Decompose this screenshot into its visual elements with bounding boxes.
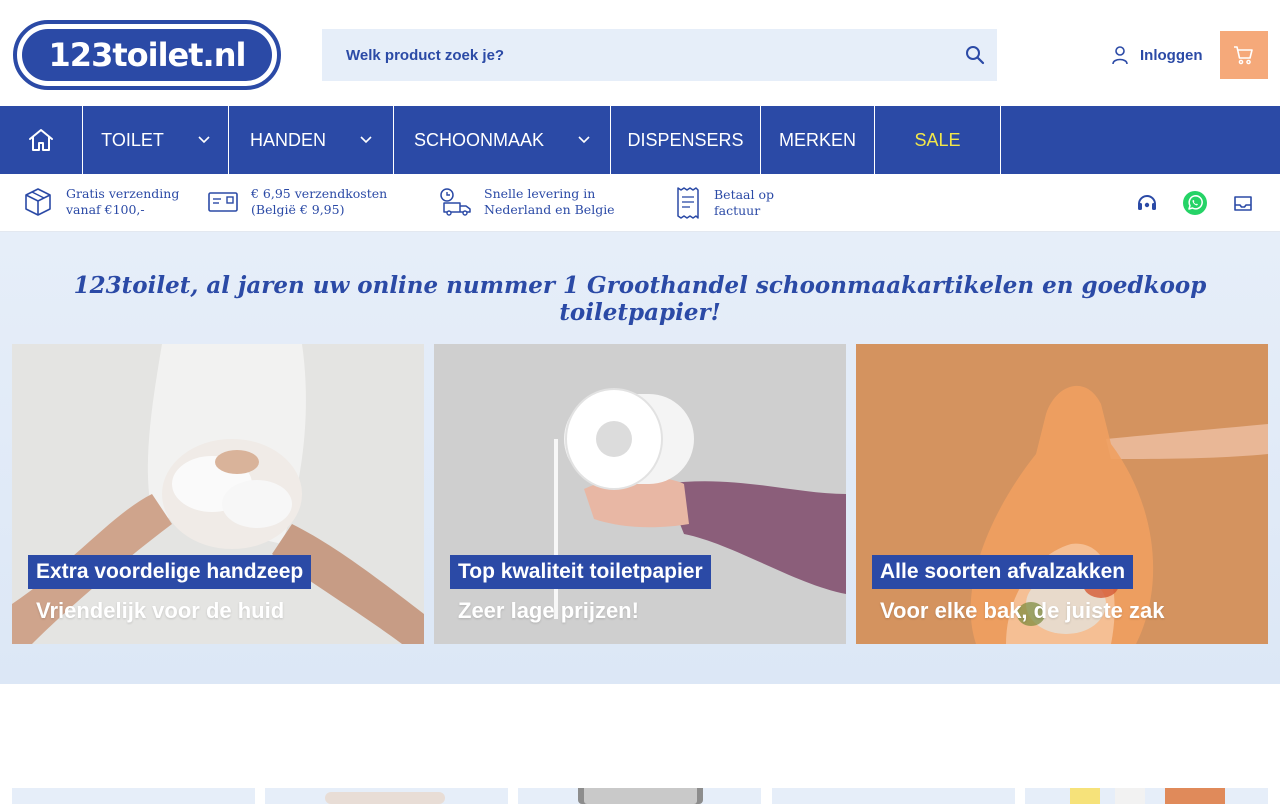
promo-card-handzeep[interactable]: Extra voordelige handzeep Vriendelijk vo… xyxy=(12,344,424,644)
search-bar xyxy=(322,29,997,81)
logo-badge: 123toilet.nl xyxy=(22,29,272,81)
usp-shipping-costs: € 6,95 verzendkosten (België € 9,95) xyxy=(207,186,387,218)
user-icon xyxy=(1112,46,1128,65)
nav-item-label: HANDEN xyxy=(249,129,326,150)
chevron-down-icon xyxy=(360,136,372,144)
usp-line: € 6,95 verzendkosten xyxy=(251,186,388,201)
promo-card-label: Extra voordelige handzeep xyxy=(28,555,312,589)
usp-line: Snelle levering in xyxy=(484,186,596,201)
usp-fast-delivery: Snelle levering in Nederland en Belgie xyxy=(438,186,615,218)
usp-line: (België € 9,95) xyxy=(251,202,345,217)
promo-card-subtitle: Vriendelijk voor de huid xyxy=(36,598,285,623)
usp-free-shipping: Gratis verzending vanaf €100,- xyxy=(22,186,179,218)
login-label: Inloggen xyxy=(1140,46,1203,64)
promo-card-afvalzakken[interactable]: Alle soorten afvalzakken Voor elke bak, … xyxy=(856,344,1268,644)
promo-card-toiletpapier[interactable]: Top kwaliteit toiletpapier Zeer lage pri… xyxy=(434,344,846,644)
nav-item-label: MERKEN xyxy=(778,129,856,150)
search-input[interactable] xyxy=(322,29,953,81)
usp-line: Gratis verzending xyxy=(66,186,180,201)
hero-title: 123toilet, al jaren uw online nummer 1 G… xyxy=(73,272,1207,326)
nav-item-label: SCHOONMAAK xyxy=(413,129,545,150)
nav-item-handen[interactable]: HANDEN xyxy=(229,106,394,174)
cart-icon xyxy=(1234,46,1253,65)
chevron-down-icon xyxy=(198,136,210,144)
logo[interactable]: 123toilet.nl xyxy=(13,20,281,90)
home-icon xyxy=(29,129,53,151)
usp-line: Nederland en Belgie xyxy=(484,202,615,217)
delivery-truck-icon xyxy=(440,188,471,216)
chevron-down-icon xyxy=(578,136,590,144)
contact-icons xyxy=(1134,190,1256,216)
nav-item-label: TOILET xyxy=(101,129,164,150)
usp-pay-invoice: Betaal op factuur xyxy=(674,186,774,220)
nav-item-label: SALE xyxy=(914,129,961,150)
customer-service-icon[interactable] xyxy=(1134,190,1160,216)
nav-item-sale[interactable]: SALE xyxy=(875,106,1001,174)
receipt-icon xyxy=(677,187,699,219)
promo-card-label: Top kwaliteit toiletpapier xyxy=(450,555,711,589)
usp-bar: Gratis verzending vanaf €100,- € 6,95 ve… xyxy=(0,174,1280,232)
promo-card-label: Alle soorten afvalzakken xyxy=(872,555,1134,589)
promo-card-subtitle: Zeer lage prijzen! xyxy=(458,598,639,623)
envelope-icon xyxy=(208,192,238,212)
category-tiles xyxy=(0,684,1280,804)
header: 123toilet.nl Inloggen xyxy=(0,0,1280,106)
whatsapp-icon[interactable] xyxy=(1182,190,1208,216)
category-tile[interactable] xyxy=(1025,788,1268,804)
category-tile[interactable] xyxy=(518,788,761,804)
nav-home[interactable] xyxy=(0,106,83,174)
nav-item-merken[interactable]: MERKEN xyxy=(761,106,875,174)
product-image xyxy=(578,788,703,804)
usp-line: vanaf €100,- xyxy=(66,202,145,217)
category-tile[interactable] xyxy=(12,788,255,804)
category-tile[interactable] xyxy=(265,788,508,804)
search-button[interactable] xyxy=(953,29,997,81)
promo-card-subtitle: Voor elke bak, de juiste zak xyxy=(880,598,1165,623)
cart-button[interactable] xyxy=(1220,31,1268,79)
login-link[interactable]: Inloggen xyxy=(1110,43,1203,67)
usp-line: Betaal op xyxy=(714,187,775,202)
hero-section: 123toilet, al jaren uw online nummer 1 G… xyxy=(0,232,1280,684)
nav-item-dispensers[interactable]: DISPENSERS xyxy=(611,106,761,174)
search-icon xyxy=(966,46,985,65)
product-image xyxy=(1070,788,1225,804)
nav-item-toilet[interactable]: TOILET xyxy=(83,106,229,174)
inbox-icon[interactable] xyxy=(1230,190,1256,216)
box-icon xyxy=(25,188,51,216)
nav-item-label: DISPENSERS xyxy=(627,129,744,150)
logo-text: 123toilet.nl xyxy=(48,36,247,74)
nav-item-schoonmaak[interactable]: SCHOONMAAK xyxy=(394,106,611,174)
category-tile[interactable] xyxy=(772,788,1015,804)
product-image xyxy=(325,792,445,804)
usp-line: factuur xyxy=(714,203,761,218)
main-nav: TOILET HANDEN SCHOONMAAK DISPENSERS MERK… xyxy=(0,106,1280,174)
